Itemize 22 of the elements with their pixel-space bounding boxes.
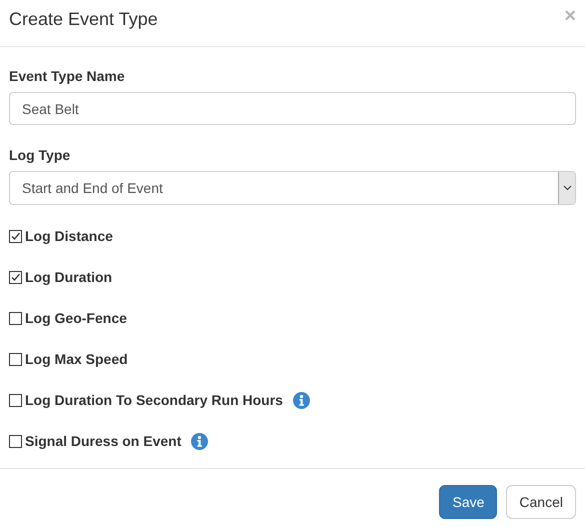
checkbox-label[interactable]: Log Max Speed <box>25 349 128 370</box>
checkbox[interactable] <box>9 394 22 407</box>
checkbox-label[interactable]: Signal Duress on Event <box>25 431 182 452</box>
save-button[interactable]: Save <box>439 485 498 519</box>
checkbox[interactable] <box>9 230 22 243</box>
info-icon[interactable] <box>191 433 208 450</box>
chevron-down-icon <box>558 172 575 204</box>
log-type-select[interactable]: Start and End of Event <box>9 171 576 205</box>
field-label: Event Type Name <box>9 67 126 86</box>
checkbox[interactable] <box>9 312 22 325</box>
checkbox-label[interactable]: Log Duration <box>25 267 112 288</box>
field-label: Log Type <box>9 146 72 165</box>
checkbox-label[interactable]: Log Distance <box>25 226 113 247</box>
checkbox[interactable] <box>9 353 22 366</box>
cancel-button[interactable]: Cancel <box>506 485 576 519</box>
checkbox[interactable] <box>9 435 22 448</box>
checkbox[interactable] <box>9 271 22 284</box>
dialog-title: Create Event Type <box>9 9 158 31</box>
info-icon[interactable] <box>292 392 310 409</box>
checkbox-label[interactable]: Log Duration To Secondary Run Hours <box>25 390 283 411</box>
checkbox-label[interactable]: Log Geo-Fence <box>25 308 127 329</box>
text-input[interactable]: Seat Belt <box>9 92 576 125</box>
